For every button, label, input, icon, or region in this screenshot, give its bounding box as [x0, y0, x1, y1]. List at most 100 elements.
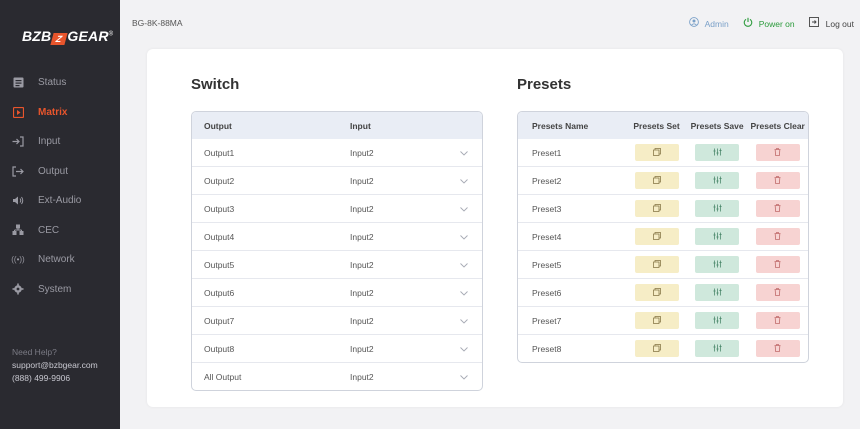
- output-name: Output5: [204, 259, 235, 270]
- help-phone: (888) 499-9906: [12, 373, 71, 383]
- input-select[interactable]: Input2: [350, 344, 460, 354]
- table-row: Output2 Input2: [192, 166, 482, 194]
- chevron-down-icon[interactable]: [460, 316, 480, 326]
- preset-clear-button[interactable]: [755, 172, 800, 189]
- top-bar: BG-8K-88MA Admin Power on Log out: [120, 0, 860, 40]
- admin-button[interactable]: Admin: [688, 17, 729, 30]
- preset-save-button[interactable]: [695, 256, 740, 273]
- preset-clear-button[interactable]: [755, 256, 800, 273]
- logout-icon: [808, 17, 820, 30]
- logo-text-left: BZB: [22, 28, 52, 44]
- sidebar-item-output[interactable]: Output: [0, 157, 120, 187]
- logo[interactable]: BZB Z GEAR®: [22, 28, 113, 45]
- trash-icon: [774, 259, 781, 270]
- preset-save-button[interactable]: [695, 312, 740, 329]
- sidebar-item-matrix[interactable]: Matrix: [0, 98, 120, 128]
- chevron-down-icon[interactable]: [460, 372, 480, 382]
- status-icon: [12, 77, 24, 89]
- sidebar-item-system[interactable]: System: [0, 275, 120, 305]
- input-select[interactable]: Input2: [350, 148, 460, 158]
- preset-clear-button[interactable]: [755, 144, 800, 161]
- input-select[interactable]: Input2: [350, 204, 460, 214]
- chevron-down-icon[interactable]: [460, 344, 480, 354]
- table-row: Output7 Input2: [192, 306, 482, 334]
- preset-name: Preset8: [532, 343, 562, 354]
- power-button[interactable]: Power on: [743, 17, 795, 30]
- preset-save-button[interactable]: [695, 284, 740, 301]
- preset-clear-button[interactable]: [755, 228, 800, 245]
- preset-clear-button[interactable]: [755, 284, 800, 301]
- sidebar-item-label: Status: [38, 77, 67, 89]
- presets-title: Presets: [517, 76, 572, 93]
- col-preset-clear-header: Presets Clear: [750, 120, 805, 131]
- sidebar-item-label: Output: [38, 165, 69, 177]
- sidebar-item-label: System: [38, 283, 72, 295]
- gear-icon: [12, 283, 24, 295]
- sidebar-item-cec[interactable]: CEC: [0, 216, 120, 246]
- sidebar-item-input[interactable]: Input: [0, 127, 120, 157]
- preset-save-button[interactable]: [695, 144, 740, 161]
- chevron-down-icon[interactable]: [460, 288, 480, 298]
- preset-name: Preset2: [532, 175, 562, 186]
- sidebar-item-network[interactable]: ((•)) Network: [0, 245, 120, 275]
- preset-save-button[interactable]: [695, 172, 740, 189]
- chevron-down-icon[interactable]: [460, 176, 480, 186]
- input-select[interactable]: Input2: [350, 372, 460, 382]
- col-preset-set-header: Presets Set: [633, 120, 680, 131]
- preset-set-button[interactable]: [634, 256, 679, 273]
- output-name: All Output: [204, 371, 242, 382]
- sliders-icon: [713, 232, 722, 242]
- preset-set-button[interactable]: [634, 200, 679, 217]
- preset-set-button[interactable]: [634, 144, 679, 161]
- logo-mark-icon: Z: [50, 33, 68, 45]
- table-row: Output8 Input2: [192, 334, 482, 362]
- preset-name: Preset7: [532, 315, 562, 326]
- preset-clear-button[interactable]: [755, 200, 800, 217]
- preset-save-button[interactable]: [695, 228, 740, 245]
- preset-set-button[interactable]: [634, 312, 679, 329]
- sidebar-item-label: Network: [38, 254, 75, 266]
- input-select[interactable]: Input2: [350, 232, 460, 242]
- trash-icon: [774, 203, 781, 214]
- input-select[interactable]: Input2: [350, 316, 460, 326]
- preset-clear-button[interactable]: [755, 340, 800, 357]
- sidebar-item-ext-audio[interactable]: Ext-Audio: [0, 186, 120, 216]
- preset-name: Preset1: [532, 147, 562, 158]
- sidebar-nav: Status Matrix Input Output Ext-Audio CEC…: [0, 68, 120, 304]
- output-name: Output2: [204, 175, 235, 186]
- chevron-down-icon[interactable]: [460, 148, 480, 158]
- sliders-icon: [713, 288, 722, 298]
- col-preset-name-header: Presets Name: [532, 120, 589, 131]
- preset-set-button[interactable]: [634, 284, 679, 301]
- preset-set-button[interactable]: [634, 228, 679, 245]
- sidebar-item-label: CEC: [38, 224, 60, 236]
- input-select[interactable]: Input2: [350, 288, 460, 298]
- preset-clear-button[interactable]: [755, 312, 800, 329]
- device-name: BG-8K-88MA: [132, 18, 183, 28]
- input-select[interactable]: Input2: [350, 176, 460, 186]
- preset-set-button[interactable]: [634, 172, 679, 189]
- help-email[interactable]: support@bzbgear.com: [12, 359, 98, 372]
- preset-name: Preset6: [532, 287, 562, 298]
- chevron-down-icon[interactable]: [460, 260, 480, 270]
- switch-table: Output Input Output1 Input2 Output2 Input2 O…: [191, 111, 483, 391]
- sidebar-item-label: Ext-Audio: [38, 195, 82, 207]
- preset-save-button[interactable]: [695, 200, 740, 217]
- sidebar-item-status[interactable]: Status: [0, 68, 120, 98]
- top-actions: Admin Power on Log out: [675, 17, 854, 30]
- copy-icon: [652, 343, 661, 354]
- preset-rows: Preset1 Preset2 Preset3 Preset4 Preset5 Prese…: [518, 139, 808, 362]
- preset-save-button[interactable]: [695, 340, 740, 357]
- table-row: Preset3: [518, 194, 808, 222]
- chevron-down-icon[interactable]: [460, 204, 480, 214]
- logout-label: Log out: [825, 18, 854, 29]
- preset-set-button[interactable]: [634, 340, 679, 357]
- input-select[interactable]: Input2: [350, 260, 460, 270]
- sliders-icon: [713, 344, 722, 354]
- sliders-icon: [713, 316, 722, 326]
- trash-icon: [774, 147, 781, 158]
- chevron-down-icon[interactable]: [460, 232, 480, 242]
- logout-button[interactable]: Log out: [808, 17, 854, 30]
- main-card: Switch Output Input Output1 Input2 Output2…: [147, 49, 843, 407]
- col-preset-save-header: Presets Save: [690, 120, 744, 131]
